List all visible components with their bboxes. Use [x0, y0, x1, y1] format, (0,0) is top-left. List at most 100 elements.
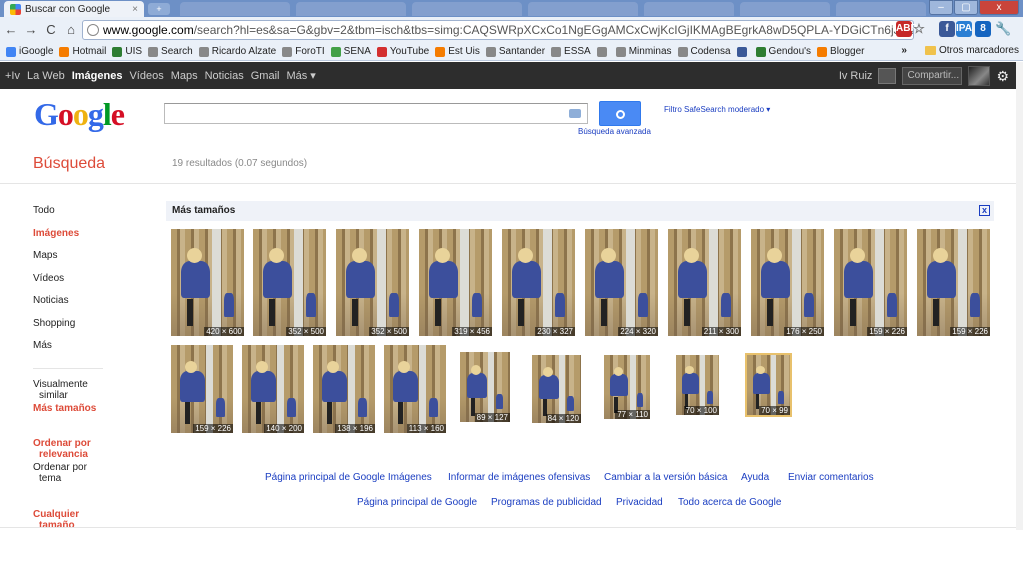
wrench-icon[interactable]: 🔧 — [995, 21, 1011, 37]
bookmark-item[interactable] — [736, 46, 750, 57]
scrollbar[interactable] — [1016, 62, 1023, 530]
camera-icon[interactable] — [569, 109, 581, 118]
home-icon[interactable]: ⌂ — [62, 21, 80, 39]
close-window-button[interactable]: x — [979, 0, 1019, 15]
footer-link[interactable]: Página principal de Google Imágenes — [265, 472, 432, 483]
left-nav-item[interactable]: Imágenes — [33, 228, 79, 239]
bookmark-item[interactable]: iGoogle — [6, 46, 53, 57]
image-thumbnail[interactable]: 224 × 320 — [585, 229, 658, 336]
google-logo[interactable]: Google — [34, 96, 125, 133]
bookmark-item[interactable]: ESSA — [551, 46, 591, 57]
background-tab[interactable] — [740, 2, 830, 16]
forward-icon[interactable]: → — [22, 21, 40, 39]
image-thumbnail[interactable]: 70 × 100 — [676, 355, 719, 415]
back-icon[interactable]: ← — [2, 21, 20, 39]
bookmark-item[interactable]: SENA — [330, 46, 371, 57]
background-tab[interactable] — [412, 2, 522, 16]
bookmark-item[interactable]: Santander — [485, 46, 545, 57]
left-nav-item[interactable]: Maps — [33, 250, 57, 261]
facebook-icon[interactable]: f — [939, 21, 955, 37]
sort-topic-link[interactable]: Ordenar por tema — [33, 462, 87, 484]
footer-link[interactable]: Privacidad — [616, 497, 663, 508]
adblock-icon[interactable]: ABP — [896, 21, 917, 37]
image-thumbnail[interactable]: 159 × 226 — [917, 229, 990, 336]
other-bookmarks[interactable]: Otros marcadores — [939, 45, 1019, 56]
footer-link[interactable]: Programas de publicidad — [491, 497, 602, 508]
footer-link[interactable]: Ayuda — [741, 472, 769, 483]
share-button[interactable]: Compartir... — [902, 67, 963, 85]
visually-similar-link[interactable]: Visualmente similar — [33, 379, 88, 401]
bookmark-item[interactable]: Gendou's — [755, 46, 811, 57]
bookmark-item[interactable]: YouTube — [376, 46, 429, 57]
sort-relevance[interactable]: Ordenar por relevancia — [33, 438, 91, 460]
bookmark-star-icon[interactable]: ☆ — [911, 21, 927, 37]
close-icon[interactable]: x — [979, 205, 990, 216]
bookmark-item[interactable]: Codensa — [677, 46, 731, 57]
image-thumbnail[interactable]: 70 × 99 — [745, 353, 792, 417]
footer-link[interactable]: Cambiar a la versión básica — [604, 472, 727, 483]
bookmark-item[interactable]: Ricardo Alzate — [198, 46, 276, 57]
gbar-item[interactable]: Maps — [171, 70, 198, 82]
image-thumbnail[interactable]: 89 × 127 — [460, 352, 510, 422]
image-thumbnail[interactable]: 230 × 327 — [502, 229, 575, 336]
gbar-item[interactable]: Gmail — [251, 70, 280, 82]
maximize-button[interactable]: ▢ — [954, 0, 978, 15]
background-tab[interactable] — [180, 2, 290, 16]
bookmark-item[interactable]: Search — [148, 46, 193, 57]
tab-close-icon[interactable]: × — [132, 4, 138, 15]
image-thumbnail[interactable]: 113 × 160 — [384, 345, 446, 433]
new-tab-button[interactable]: + — [148, 3, 170, 15]
background-tab[interactable] — [644, 2, 734, 16]
footer-link[interactable]: Informar de imágenes ofensivas — [448, 472, 590, 483]
image-thumbnail[interactable]: 420 × 600 — [171, 229, 244, 336]
more-bookmarks-icon[interactable]: » — [901, 45, 907, 56]
more-sizes-link[interactable]: Más tamaños — [33, 403, 96, 414]
bookmark-item[interactable] — [596, 46, 610, 57]
gear-icon[interactable]: ⚙ — [996, 68, 1009, 85]
image-thumbnail[interactable]: 352 × 500 — [336, 229, 409, 336]
ipa-extension-icon[interactable]: IPA — [956, 21, 972, 37]
minimize-button[interactable]: – — [929, 0, 953, 15]
image-thumbnail[interactable]: 159 × 226 — [171, 345, 233, 433]
image-thumbnail[interactable]: 138 × 196 — [313, 345, 375, 433]
footer-link[interactable]: Enviar comentarios — [788, 472, 874, 483]
gbar-item[interactable]: Vídeos — [129, 70, 163, 82]
footer-link[interactable]: Página principal de Google — [357, 497, 477, 508]
bookmark-item[interactable]: Blogger — [817, 46, 865, 57]
tab-active[interactable]: Buscar con Google × — [4, 1, 144, 17]
left-nav-item[interactable]: Vídeos — [33, 273, 64, 284]
gbar-item[interactable]: +Iv — [5, 70, 20, 82]
bookmark-item[interactable]: ForoTI — [282, 46, 325, 57]
gbar-item[interactable]: La Web — [27, 70, 65, 82]
advanced-search-link[interactable]: Búsqueda avanzada — [578, 127, 651, 136]
left-nav-item[interactable]: Más — [33, 340, 52, 351]
reload-icon[interactable]: C — [42, 21, 60, 39]
image-thumbnail[interactable]: 352 × 500 — [253, 229, 326, 336]
bookmark-item[interactable]: Minminas — [615, 46, 672, 57]
bookmark-item[interactable]: UIS — [112, 46, 142, 57]
avatar[interactable] — [968, 66, 991, 86]
safesearch-filter[interactable]: Filtro SafeSearch moderado ▾ — [664, 105, 770, 114]
address-bar[interactable]: www.google.com/search?hl=es&sa=G&gbv=2&t… — [82, 20, 914, 40]
bookmark-item[interactable]: Est Uis — [435, 46, 480, 57]
gbar-item[interactable]: Noticias — [205, 70, 244, 82]
notifications-box[interactable] — [878, 68, 897, 84]
footer-link[interactable]: Todo acerca de Google — [678, 497, 781, 508]
image-thumbnail[interactable]: 319 × 456 — [419, 229, 492, 336]
image-thumbnail[interactable]: 140 × 200 — [242, 345, 304, 433]
background-tab[interactable] — [528, 2, 638, 16]
left-nav-item[interactable]: Shopping — [33, 318, 75, 329]
bookmark-item[interactable]: Hotmail — [59, 46, 106, 57]
background-tab[interactable] — [836, 2, 926, 16]
image-thumbnail[interactable]: 77 × 110 — [604, 355, 650, 419]
extension-icon[interactable]: 8 — [975, 21, 991, 37]
background-tab[interactable] — [296, 2, 406, 16]
search-button[interactable] — [599, 101, 641, 126]
left-nav-item[interactable]: Todo — [33, 205, 55, 216]
image-thumbnail[interactable]: 211 × 300 — [668, 229, 741, 336]
image-thumbnail[interactable]: 159 × 226 — [834, 229, 907, 336]
left-nav-item[interactable]: Noticias — [33, 295, 69, 306]
search-input[interactable] — [164, 103, 588, 124]
account-name[interactable]: Iv Ruiz — [839, 70, 873, 82]
image-thumbnail[interactable]: 176 × 250 — [751, 229, 824, 336]
